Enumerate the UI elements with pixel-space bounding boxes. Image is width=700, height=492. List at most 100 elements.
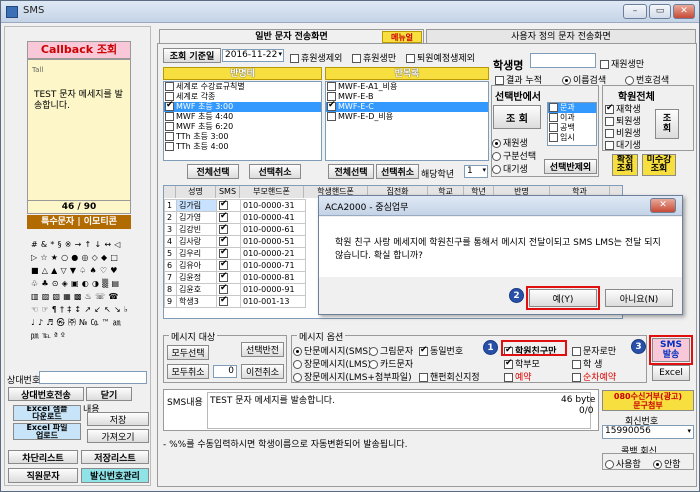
- card-radio[interactable]: 카드문자: [369, 357, 413, 370]
- dialog-title: ACA2000 - 중심업무: [325, 203, 409, 213]
- group-item[interactable]: MWF-E-B: [326, 92, 488, 102]
- table-row[interactable]: 3김강빈010-0000-61: [164, 223, 306, 236]
- lms-radio[interactable]: 장문메시지(LMS): [293, 357, 371, 370]
- col-header-sms[interactable]: SMS: [216, 186, 240, 198]
- sender-number-mgmt-button[interactable]: 발신번호관리: [81, 468, 149, 483]
- class-select-query-button[interactable]: 조 회: [493, 105, 541, 129]
- class-listbox[interactable]: 세계로 수강료규칙별 세계로 각종 MWF 초등 3:00 MWF 초등 4:4…: [163, 81, 322, 161]
- academy-title: 학원전체: [618, 92, 655, 103]
- compose-label: SMS내용: [167, 398, 203, 408]
- load-button[interactable]: 가져오기: [87, 429, 149, 443]
- parent-checkbox[interactable]: 학부모: [504, 357, 540, 370]
- tab-custom-sms[interactable]: 사용자 정의 문자 전송화면: [426, 29, 696, 44]
- deselect-class-button[interactable]: 선택반제외: [544, 159, 597, 174]
- option-item[interactable]: 공백: [548, 123, 596, 133]
- waiting-radio[interactable]: 대기생: [492, 162, 528, 175]
- table-row[interactable]: 2김가영010-0000-41: [164, 211, 306, 224]
- option-item[interactable]: 임시: [548, 133, 596, 143]
- table-row[interactable]: 7김윤정010-0000-81: [164, 271, 306, 284]
- close-button[interactable]: 닫기: [86, 387, 132, 401]
- class-item[interactable]: TTh 초등 3:00: [164, 132, 321, 142]
- student-checkbox[interactable]: 학 생: [572, 357, 602, 370]
- class-select-all-button[interactable]: 전체선택: [187, 164, 239, 179]
- target-count-field[interactable]: 0: [213, 365, 237, 378]
- group-item[interactable]: MWF-E-A1_비용: [326, 82, 488, 92]
- confirmed-query-button[interactable]: 확정 조회: [612, 154, 638, 176]
- title-bar: SMS – ▭ ✕: [1, 1, 699, 23]
- group-select-all-button[interactable]: 전체선택: [328, 164, 374, 179]
- grade-select[interactable]: 1 ▾: [464, 165, 488, 178]
- student-rows[interactable]: 1김가림010-0000-31 2김가영010-0000-41 3김강빈010-…: [164, 199, 306, 308]
- maximize-button[interactable]: ▭: [649, 4, 671, 19]
- block-list-button[interactable]: 차단리스트: [8, 450, 78, 464]
- staff-sms-button[interactable]: 직원문자: [8, 468, 78, 483]
- class-item[interactable]: MWF 초등 6:20: [164, 122, 321, 132]
- unconfirmed-query-button[interactable]: 미수강 조회: [642, 154, 676, 176]
- class-select-options-list[interactable]: 문과 이과 공백 임시: [547, 102, 597, 146]
- reply-number-select[interactable]: 15990056 ▾: [602, 425, 694, 439]
- exclude-planned-checkbox[interactable]: 퇴원예정생제외: [406, 51, 475, 64]
- sms-radio[interactable]: 단문메시지(SMS): [293, 344, 372, 357]
- callback-query-title[interactable]: Callback 조회: [27, 41, 131, 59]
- target-invert-button[interactable]: 선택반전: [241, 342, 284, 357]
- image-radio[interactable]: 그림문자: [369, 344, 413, 357]
- text-only-checkbox[interactable]: 문자로만: [572, 344, 616, 357]
- sequential-reservation-checkbox[interactable]: 순차예약: [572, 370, 616, 383]
- dialog-no-button[interactable]: 아니요(N): [605, 289, 673, 307]
- target-select-all-button[interactable]: 모두선택: [167, 345, 209, 360]
- minimize-button[interactable]: –: [623, 4, 647, 19]
- reenroll-only-checkbox[interactable]: 재원생만: [600, 57, 644, 70]
- symbol-grid[interactable]: #&*§※→↑↓↔◁▷☆★○●◎◇◆□■△▲▽▼♤♠♡♥♧♣⊙◈▣◐◑▒▤▥▨▧…: [31, 238, 131, 368]
- callback-nouse-radio[interactable]: 안함: [653, 457, 681, 470]
- save-button[interactable]: 저장: [87, 412, 149, 426]
- class-item-selected[interactable]: MWF 초등 3:00: [164, 100, 321, 112]
- class-item[interactable]: MWF 초등 4:40: [164, 112, 321, 122]
- table-row[interactable]: 8김윤호010-0000-91: [164, 283, 306, 296]
- parent-reply-checkbox[interactable]: 핸펀회신지정: [419, 370, 480, 383]
- save-list-button[interactable]: 저장리스트: [81, 450, 149, 464]
- class-item[interactable]: TTh 초등 4:00: [164, 142, 321, 152]
- same-number-checkbox[interactable]: 동일번호: [419, 344, 463, 357]
- callback-use-radio[interactable]: 사용함: [605, 457, 641, 470]
- group-item-selected[interactable]: MWF-E-C: [326, 100, 488, 112]
- reject-080-button[interactable]: 080수신거부(광고) 문구첨부: [602, 390, 694, 411]
- leave-only-checkbox[interactable]: 휴원생만: [352, 51, 396, 64]
- target-cancel-all-button[interactable]: 모두취소: [167, 364, 209, 379]
- col-header-name[interactable]: 성명: [176, 186, 216, 198]
- query-date-button[interactable]: 조회 기준일: [163, 48, 221, 63]
- sangdaebeon-input[interactable]: [39, 371, 147, 384]
- table-row[interactable]: 5김우리010-0000-21: [164, 247, 306, 260]
- student-name-input[interactable]: [530, 53, 596, 68]
- date-picker[interactable]: 2016-11-22 ▾: [222, 49, 284, 62]
- close-window-button[interactable]: ✕: [673, 4, 695, 19]
- reservation-checkbox[interactable]: 예약: [504, 370, 532, 383]
- waiting-checkbox[interactable]: 대기생: [605, 138, 641, 151]
- dialog-close-button[interactable]: ✕: [650, 198, 676, 213]
- class-select-radio[interactable]: 구분선택: [492, 149, 536, 162]
- exclude-leave-checkbox[interactable]: 휴원생제외: [290, 51, 342, 64]
- compose-textarea[interactable]: TEST 문자 메세지를 발송합니다.: [207, 392, 591, 429]
- special-chars-tab[interactable]: 특수문자 | 이모티콘: [27, 215, 131, 229]
- table-row[interactable]: 6김유아010-0000-71: [164, 259, 306, 272]
- excel-button[interactable]: Excel: [652, 365, 690, 381]
- table-row[interactable]: 4김사랑010-0000-51: [164, 235, 306, 248]
- target-prev-cancel-button[interactable]: 이전취소: [241, 364, 284, 379]
- class-deselect-all-button[interactable]: 선택취소: [249, 164, 301, 179]
- manual-button[interactable]: 메뉴얼: [382, 31, 422, 43]
- excel-upload-button[interactable]: Excel 파일 업로드: [13, 423, 81, 440]
- col-header-parent-phone[interactable]: 부모핸드폰: [240, 186, 304, 198]
- class-item[interactable]: 세계로 각종: [164, 92, 321, 102]
- lms-attach-radio[interactable]: 장문메시지(LMS+첨부파일): [293, 370, 412, 383]
- group-listbox[interactable]: MWF-E-A1_비용 MWF-E-B MWF-E-C MWF-E-D_비용: [325, 81, 489, 161]
- enrolled-radio[interactable]: 재원생: [492, 136, 528, 149]
- excel-sample-download-button[interactable]: Excel 샘플 다운로드: [13, 405, 81, 421]
- class-item[interactable]: 세계로 수강료규칙별: [164, 82, 321, 92]
- academy-query-button[interactable]: 조 회: [655, 109, 679, 139]
- sangdae-send-button[interactable]: 상대번호전송: [8, 387, 84, 401]
- option-item[interactable]: 이과: [548, 113, 596, 123]
- table-row[interactable]: 1김가림010-0000-31: [164, 199, 306, 212]
- group-item[interactable]: MWF-E-D_비용: [326, 112, 488, 122]
- option-item-selected[interactable]: 문과: [548, 103, 596, 113]
- table-row[interactable]: 9학생3010-001-13: [164, 295, 306, 308]
- group-deselect-all-button[interactable]: 선택취소: [376, 164, 419, 179]
